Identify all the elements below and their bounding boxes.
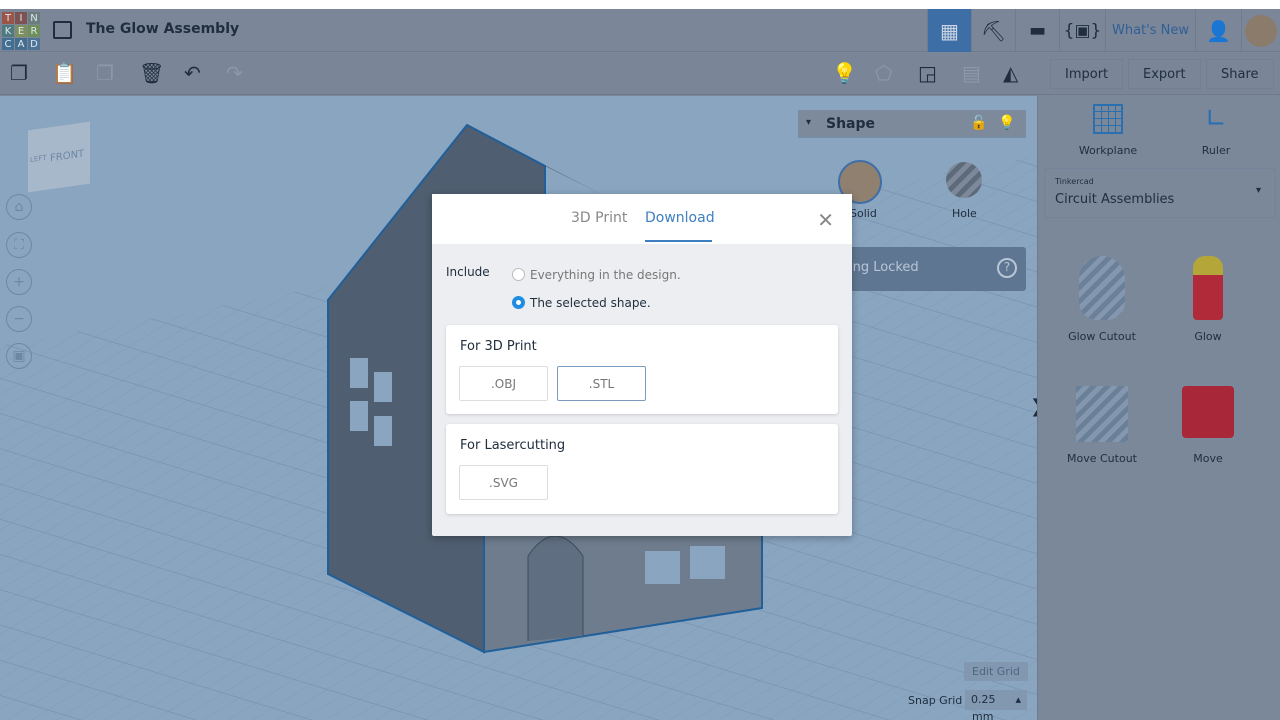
logo-letter: I — [15, 12, 27, 24]
whats-new-link[interactable]: What's New — [1105, 9, 1195, 52]
section-lasercutting: For Lasercutting .SVG — [446, 424, 838, 514]
fit-view-button[interactable]: ⛶ — [6, 232, 32, 258]
share-button[interactable]: Share — [1206, 59, 1274, 89]
user-add-icon: 👤 — [1206, 18, 1231, 43]
align-icon[interactable]: ▤ — [962, 61, 981, 85]
radio-selected-shape[interactable]: The selected shape. — [512, 292, 651, 311]
toolbar: ❐ 📋 ❐ 🗑 ↶ ↷ 💡 ⬠ ◲ ▤ ◭ Import Export Shar… — [0, 53, 1280, 95]
part-move-cutout[interactable]: Move Cutout — [1052, 386, 1152, 465]
hole-button[interactable] — [946, 162, 982, 198]
mirror-icon[interactable]: ◭ — [1003, 61, 1018, 85]
workplane-icon — [1093, 104, 1123, 134]
section-title: For Lasercutting — [460, 438, 566, 453]
include-label: Include — [446, 265, 490, 279]
logo-letter: A — [15, 38, 27, 50]
svg-button[interactable]: .SVG — [459, 465, 548, 500]
codeblocks-button[interactable]: {▣} — [1059, 9, 1105, 52]
edit-grid-button[interactable]: Edit Grid — [964, 662, 1028, 681]
paste-icon[interactable]: 📋 — [52, 61, 77, 85]
workplane-tool[interactable]: Workplane — [1058, 104, 1158, 157]
solid-label: Solid — [850, 207, 877, 220]
ruler-icon: ∟ — [1205, 104, 1227, 134]
avatar[interactable] — [1241, 9, 1280, 52]
right-panel: Workplane ∟ Ruler Tinkercad Circuit Asse… — [1037, 96, 1280, 720]
shape-panel-title: Shape — [826, 116, 876, 132]
duplicate-icon[interactable]: ❐ — [96, 61, 114, 85]
code-blocks-icon: {▣} — [1063, 20, 1102, 41]
bulb-icon[interactable]: 💡 — [998, 115, 1015, 131]
ruler-tool[interactable]: ∟ Ruler — [1166, 104, 1266, 157]
design-list-icon[interactable] — [53, 21, 72, 39]
snap-grid-select[interactable]: 0.25 ▴ — [965, 690, 1027, 710]
part-glow[interactable]: Glow — [1158, 256, 1258, 343]
dropdown-arrow-icon: ▾ — [1255, 185, 1261, 196]
logo-letter: T — [2, 12, 14, 24]
library-select[interactable]: Tinkercad Circuit Assemblies ▾ — [1044, 168, 1276, 218]
section-3d-print: For 3D Print .OBJ .STL — [446, 325, 838, 414]
bricks-view-button[interactable]: ▬ — [1015, 9, 1059, 52]
ungroup-icon[interactable]: ◲ — [918, 61, 937, 85]
undo-icon[interactable]: ↶ — [184, 61, 201, 85]
grid-icon: ▦ — [940, 18, 959, 43]
lock-icon[interactable]: 🔓 — [970, 115, 987, 131]
close-icon[interactable]: ✕ — [817, 208, 834, 232]
view-cube[interactable]: FRONT LEFT — [28, 121, 90, 193]
help-icon[interactable]: ? — [997, 258, 1017, 278]
logo-letter: E — [15, 25, 27, 37]
browser-strip — [0, 0, 1280, 9]
zoom-out-button[interactable]: − — [6, 306, 32, 332]
logo-letter: C — [2, 38, 14, 50]
redo-icon[interactable]: ↷ — [226, 61, 243, 85]
hole-label: Hole — [952, 207, 977, 220]
import-button[interactable]: Import — [1050, 59, 1124, 89]
snap-grid-label: Snap Grid — [908, 694, 963, 707]
section-title: For 3D Print — [460, 339, 537, 354]
logo-letter: N — [28, 12, 40, 24]
stl-button[interactable]: .STL — [557, 366, 646, 401]
tab-3d-print[interactable]: 3D Print — [571, 210, 627, 226]
group-icon[interactable]: ⬠ — [875, 61, 892, 85]
snap-grid-unit: mm — [972, 710, 994, 720]
collapse-panel-chevron-icon[interactable]: ❯ — [1030, 396, 1037, 417]
tinkercad-logo[interactable]: TIN KER CAD — [2, 12, 40, 50]
trash-icon[interactable]: 🗑 — [139, 61, 164, 85]
part-glow-cutout[interactable]: Glow Cutout — [1052, 256, 1152, 343]
view-cube-left: LEFT — [30, 153, 47, 165]
tab-download[interactable]: Download — [645, 210, 715, 242]
export-dialog: 3D Print Download ✕ Include Everything i… — [432, 194, 852, 536]
zoom-in-button[interactable]: + — [6, 269, 32, 295]
collapse-icon[interactable]: ▾ — [806, 117, 811, 128]
lightbulb-icon[interactable]: 💡 — [832, 61, 857, 85]
3d-view-button[interactable]: ▦ — [927, 9, 971, 52]
copy-icon[interactable]: ❐ — [10, 61, 28, 85]
logo-letter: R — [28, 25, 40, 37]
logo-letter: D — [28, 38, 40, 50]
app-header: TIN KER CAD The Glow Assembly ▦ ⛏ ▬ {▣} Wh… — [0, 9, 1280, 52]
design-title[interactable]: The Glow Assembly — [86, 21, 239, 37]
view-cube-front: FRONT — [50, 148, 85, 165]
radio-everything[interactable]: Everything in the design. — [512, 264, 681, 283]
pickaxe-icon: ⛏ — [980, 18, 1007, 43]
part-move[interactable]: Move — [1158, 386, 1258, 465]
export-button[interactable]: Export — [1128, 59, 1201, 89]
obj-button[interactable]: .OBJ — [459, 366, 548, 401]
logo-letter: K — [2, 25, 14, 37]
add-user-button[interactable]: 👤 — [1195, 9, 1241, 52]
scaling-locked-banner: Scaling Locked ? — [852, 247, 1026, 291]
minecraft-view-button[interactable]: ⛏ — [971, 9, 1015, 52]
perspective-button[interactable]: ▣ — [6, 343, 32, 369]
home-view-button[interactable]: ⌂ — [6, 194, 32, 220]
brick-icon: ▬ — [1028, 20, 1046, 41]
